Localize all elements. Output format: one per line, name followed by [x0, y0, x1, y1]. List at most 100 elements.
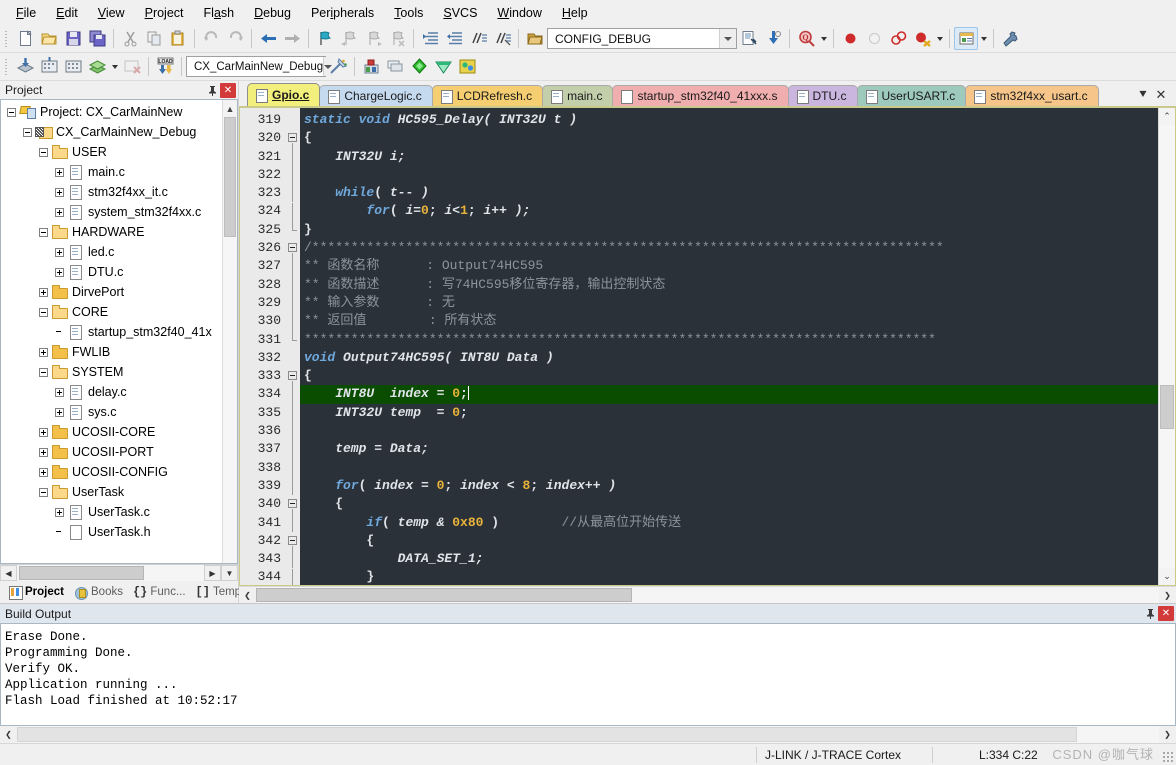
vscroll-track[interactable] — [1159, 125, 1175, 568]
expand-icon[interactable] — [55, 507, 64, 517]
menu-edit[interactable]: Edit — [46, 3, 88, 23]
menu-project[interactable]: Project — [135, 3, 194, 23]
code-line[interactable] — [300, 459, 1158, 477]
menu-flash[interactable]: Flash — [194, 3, 245, 23]
tree-item[interactable]: FWLIB — [1, 342, 222, 362]
stop-build-icon[interactable] — [120, 55, 144, 78]
pack-installer-icon[interactable] — [407, 55, 431, 78]
close-icon[interactable]: ✕ — [1158, 606, 1174, 621]
hscroll-thumb[interactable] — [17, 727, 1077, 742]
collapse-icon[interactable] — [39, 227, 48, 237]
code-line[interactable]: { — [300, 129, 1158, 147]
menu-debug[interactable]: Debug — [244, 3, 301, 23]
build-icon[interactable] — [37, 55, 61, 78]
tree-item[interactable]: HARDWARE — [1, 222, 222, 242]
indent-icon[interactable] — [418, 27, 442, 50]
editor-tab-lcdrefresh-c[interactable]: LCDRefresh.c — [431, 85, 544, 106]
editor-hscrollbar[interactable]: ❮ ❯ — [239, 586, 1176, 603]
kill-all-breakpoints-icon[interactable] — [886, 27, 910, 50]
scroll-up-button[interactable]: ▲ — [223, 100, 237, 117]
pack-manager-icon[interactable] — [455, 55, 479, 78]
tree-item[interactable]: startup_stm32f40_41x — [1, 322, 222, 342]
menu-help[interactable]: Help — [552, 3, 598, 23]
editor-tab-main-c[interactable]: main.c — [542, 85, 614, 106]
redo-icon[interactable] — [223, 27, 247, 50]
code-line[interactable]: ** 返回值 : 所有状态 — [300, 312, 1158, 330]
copy-icon[interactable] — [142, 27, 166, 50]
vscroll-thumb[interactable] — [1160, 385, 1174, 429]
fold-collapse-icon[interactable] — [288, 499, 297, 509]
project-tree[interactable]: Project: CX_CarMainNew CX_CarMainNew_Debu… — [0, 99, 238, 564]
pin-icon[interactable] — [1142, 606, 1158, 621]
expand-icon[interactable] — [39, 347, 48, 357]
code-text[interactable]: static void HC595_Delay( INT32U t ){ INT… — [300, 108, 1158, 585]
close-icon[interactable]: ✕ — [220, 82, 236, 98]
download-icon[interactable] — [761, 27, 785, 50]
manage-project-items-icon[interactable] — [359, 55, 383, 78]
collapse-icon[interactable] — [39, 147, 48, 157]
navigate-back-icon[interactable] — [256, 27, 280, 50]
tree-item[interactable]: stm32f4xx_it.c — [1, 182, 222, 202]
target-select[interactable]: CX_CarMainNew_Debug — [186, 56, 333, 77]
download-load-icon[interactable]: LOAD — [153, 55, 177, 78]
code-line[interactable]: } — [300, 221, 1158, 239]
multi-project-icon[interactable] — [383, 55, 407, 78]
code-line[interactable]: INT32U temp = 0; — [300, 404, 1158, 422]
rebuild-icon[interactable] — [61, 55, 85, 78]
windows-dropdown-icon[interactable] — [978, 27, 989, 50]
translate-icon[interactable] — [13, 55, 37, 78]
scroll-right-button[interactable]: ▶ — [204, 565, 221, 581]
tree-item[interactable]: UserTask.c — [1, 502, 222, 522]
build-output-text[interactable]: Erase Done. Programming Done. Verify OK.… — [0, 623, 1176, 726]
fold-collapse-icon[interactable] — [288, 133, 297, 143]
build-output-hscrollbar[interactable]: ❮ ❯ — [0, 726, 1176, 743]
tree-item[interactable]: USER — [1, 142, 222, 162]
code-line[interactable]: { — [300, 367, 1158, 385]
batch-build-dropdown-icon[interactable] — [109, 55, 120, 78]
open-config-icon[interactable] — [523, 27, 547, 50]
save-all-icon[interactable] — [85, 27, 109, 50]
code-line[interactable]: ** 输入参数 : 无 — [300, 294, 1158, 312]
close-icon[interactable]: ✕ — [1153, 86, 1169, 104]
code-line[interactable]: static void HC595_Delay( INT32U t ) — [300, 111, 1158, 129]
comment-icon[interactable] — [466, 27, 490, 50]
toolbar-grip[interactable] — [3, 28, 11, 49]
menu-tools[interactable]: Tools — [384, 3, 433, 23]
code-line[interactable]: for( index = 0; index < 8; index++ ) — [300, 477, 1158, 495]
expand-icon[interactable] — [39, 447, 48, 457]
code-line[interactable]: temp = Data; — [300, 440, 1158, 458]
disable-all-breakpoints-icon[interactable] — [910, 27, 934, 50]
menu-peripherals[interactable]: Peripherals — [301, 3, 384, 23]
find-dropdown-icon[interactable] — [818, 27, 829, 50]
code-line[interactable]: ** 函数描述 : 写74HC595移位寄存器，输出控制状态 — [300, 276, 1158, 294]
expand-icon[interactable] — [55, 247, 64, 257]
editor-tab-dtu-c[interactable]: DTU.c — [787, 85, 858, 106]
tree-item[interactable]: Project: CX_CarMainNew — [1, 102, 222, 122]
project-tree-vscrollbar[interactable]: ▲ — [222, 100, 237, 563]
collapse-icon[interactable] — [39, 367, 48, 377]
code-line[interactable]: /***************************************… — [300, 239, 1158, 257]
undo-icon[interactable] — [199, 27, 223, 50]
menu-file[interactable]: File — [6, 3, 46, 23]
hscroll-track[interactable] — [17, 726, 1159, 743]
outdent-icon[interactable] — [442, 27, 466, 50]
pane-tab-books[interactable]: Books — [70, 584, 127, 601]
save-icon[interactable] — [61, 27, 85, 50]
code-line[interactable]: } — [300, 568, 1158, 585]
hscroll-thumb[interactable] — [256, 588, 632, 602]
fold-collapse-icon[interactable] — [288, 535, 297, 545]
pin-icon[interactable] — [204, 83, 220, 98]
editor-tab-stm32f4xx_usart-c[interactable]: stm32f4xx_usart.c — [965, 85, 1099, 106]
tree-item[interactable]: led.c — [1, 242, 222, 262]
hscroll-thumb[interactable] — [19, 566, 144, 580]
tree-item[interactable]: DirvePort — [1, 282, 222, 302]
expand-icon[interactable] — [39, 287, 48, 297]
scroll-left-button[interactable]: ❮ — [239, 587, 256, 603]
paste-icon[interactable] — [166, 27, 190, 50]
tab-list-icon[interactable]: ⯆ — [1135, 86, 1151, 104]
bookmark-clear-icon[interactable] — [385, 27, 409, 50]
configure-tools-icon[interactable] — [998, 27, 1022, 50]
scroll-left-button[interactable]: ◀ — [0, 565, 17, 581]
tree-item[interactable]: UserTask.h — [1, 522, 222, 542]
editor-vscrollbar[interactable]: ⌃ ⌄ — [1158, 108, 1175, 585]
